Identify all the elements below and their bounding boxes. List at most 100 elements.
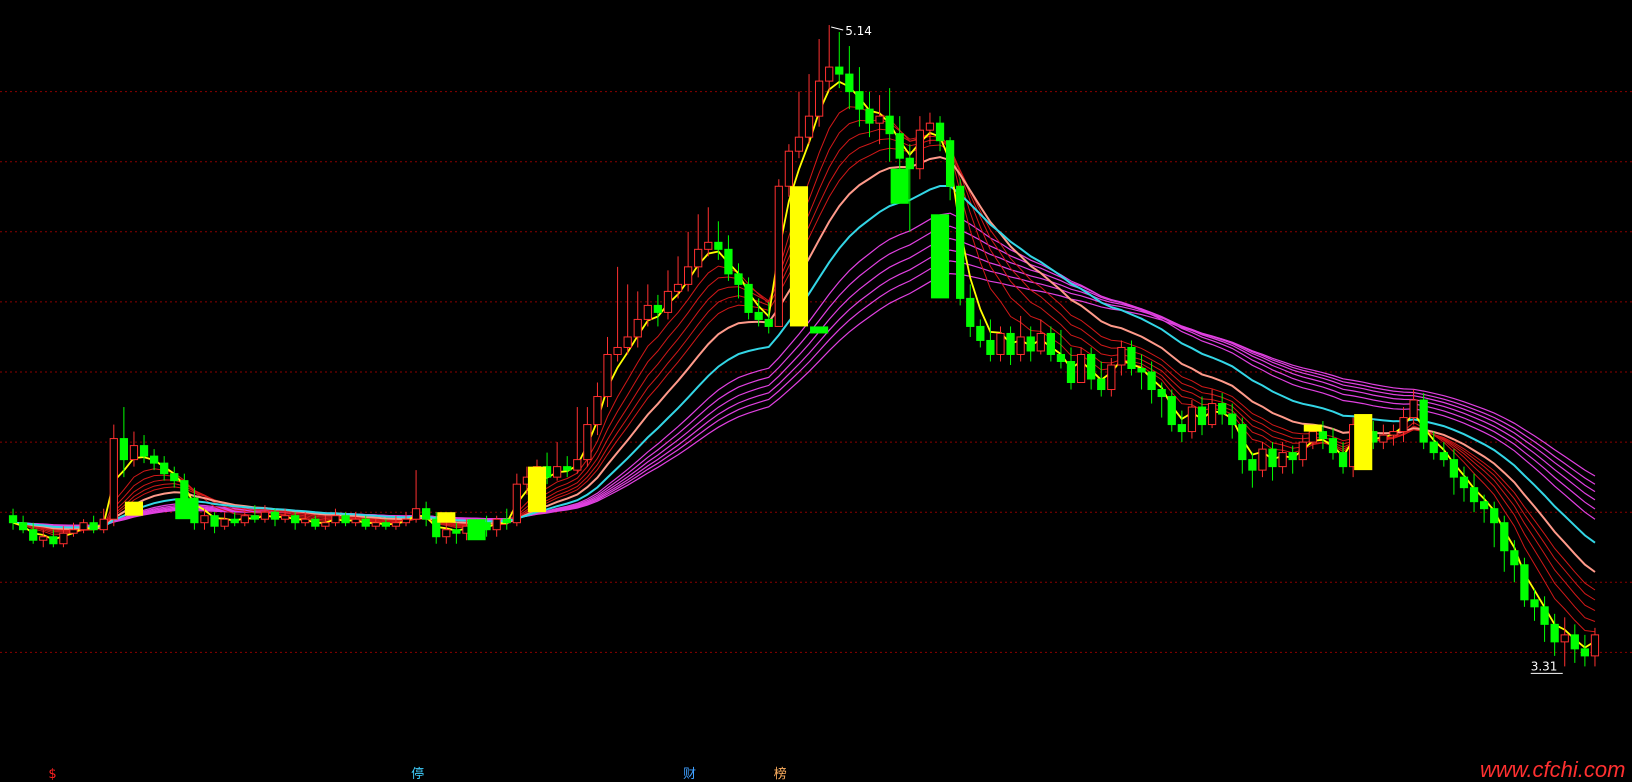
candle-down-body [1157,389,1166,398]
candle-down-body [885,115,894,135]
candle-down-body [250,515,259,520]
candle-down-body [361,518,370,527]
yellow-block [437,512,456,523]
candle-up-body [1258,448,1267,471]
candle-down-body [149,455,159,464]
event-marker: 榜 [774,766,787,782]
candle-up-body [411,508,421,520]
candle-down-body [1046,332,1055,355]
candle-down-body [1570,634,1579,650]
candle-up-body [1117,346,1126,366]
candle-down-body [986,339,995,355]
candle-up-body [1076,353,1086,384]
candle-up-body [321,522,330,527]
candle-down-body [1127,346,1136,369]
candle-up-body [39,536,48,541]
candle-up-body [683,266,693,285]
candle-down-body [1490,508,1499,524]
candle-down-body [835,66,844,75]
candle-up-body [1379,434,1388,443]
price-labels: 5.14 3.31 [831,24,1563,674]
moving-average-bands [12,80,1596,649]
candle-down-body [139,445,149,457]
candle-up-body [59,532,68,545]
candle-up-body [875,115,884,124]
candle-up-body [109,438,118,520]
candle-down-body [1218,403,1227,415]
candle-up-body [814,80,824,117]
candle-up-body [925,122,935,131]
candle-down-body [210,515,219,527]
candle-down-body [1268,448,1277,468]
candle-up-body [442,529,451,538]
candle-down-body [935,122,945,142]
candle-up-body [99,518,108,531]
candle-down-body [1228,413,1237,426]
candle-up-body [391,522,401,527]
candle-down-body [1318,431,1328,440]
candle-down-body [291,515,300,524]
candle-down-body [49,536,58,545]
yellow-block [1303,424,1322,432]
candle-up-body [784,150,794,187]
candle-up-body [704,241,713,250]
candle-down-body [1147,371,1156,391]
candle-down-body [966,297,975,327]
candle-down-body [945,140,955,187]
candle-down-body [8,515,18,524]
candle-down-body [89,522,98,531]
candle-up-body [613,346,622,355]
yellow-block [124,501,144,516]
candle-down-body [1288,452,1297,461]
candle-down-body [1026,336,1035,352]
candle-up-body [663,290,673,313]
candle-up-body [804,115,814,138]
candle-down-body [1469,487,1479,503]
green-block [810,326,829,334]
yellow-block [527,466,547,513]
candle-up-body [200,515,209,524]
candle-up-body [1298,441,1307,461]
candle-down-body [845,73,854,93]
candlestick-chart: 5.14 3.31 $ 停 财 榜 www.cfchi.com [0,24,1632,782]
candle-down-body [895,133,904,159]
candle-up-body [825,66,834,82]
candle-down-body [1429,441,1438,454]
candle-up-body [1278,452,1287,468]
yellow-ema-line [12,80,1596,649]
candle-up-body [1107,364,1116,391]
candle-up-body [1207,403,1217,426]
candle-down-body [724,248,733,275]
candle-up-body [260,511,270,520]
candle-down-body [764,318,773,327]
candle-down-body [170,473,179,482]
candle-down-body [1479,501,1489,510]
candle-down-body [1419,399,1428,443]
candle-up-body [643,304,652,320]
candle-down-body [452,529,461,534]
candle-down-body [1338,452,1348,468]
candle-down-body [1540,606,1549,625]
green-block [175,498,194,520]
candle-down-body [29,529,38,541]
candle-down-body [1066,360,1076,384]
candle-down-body [1177,424,1186,433]
candle-down-body [734,273,743,285]
candle-up-body [331,515,340,524]
candle-up-body [301,518,310,524]
event-markers: $ 停 财 榜 [48,766,786,782]
candle-up-body [401,518,411,524]
candle-down-body [1328,438,1338,454]
candle-up-body [512,483,521,524]
candle-up-body [1036,332,1045,352]
candle-up-body [129,445,139,461]
candle-down-body [1056,353,1066,362]
candle-down-body [1087,353,1096,380]
candle-up-body [593,396,602,426]
candle-down-body [976,325,985,341]
candle-down-body [270,511,280,520]
candle-up-body [1016,336,1025,355]
candle-up-body [79,522,88,531]
candle-down-body [381,522,390,527]
candle-up-body [1560,634,1569,643]
